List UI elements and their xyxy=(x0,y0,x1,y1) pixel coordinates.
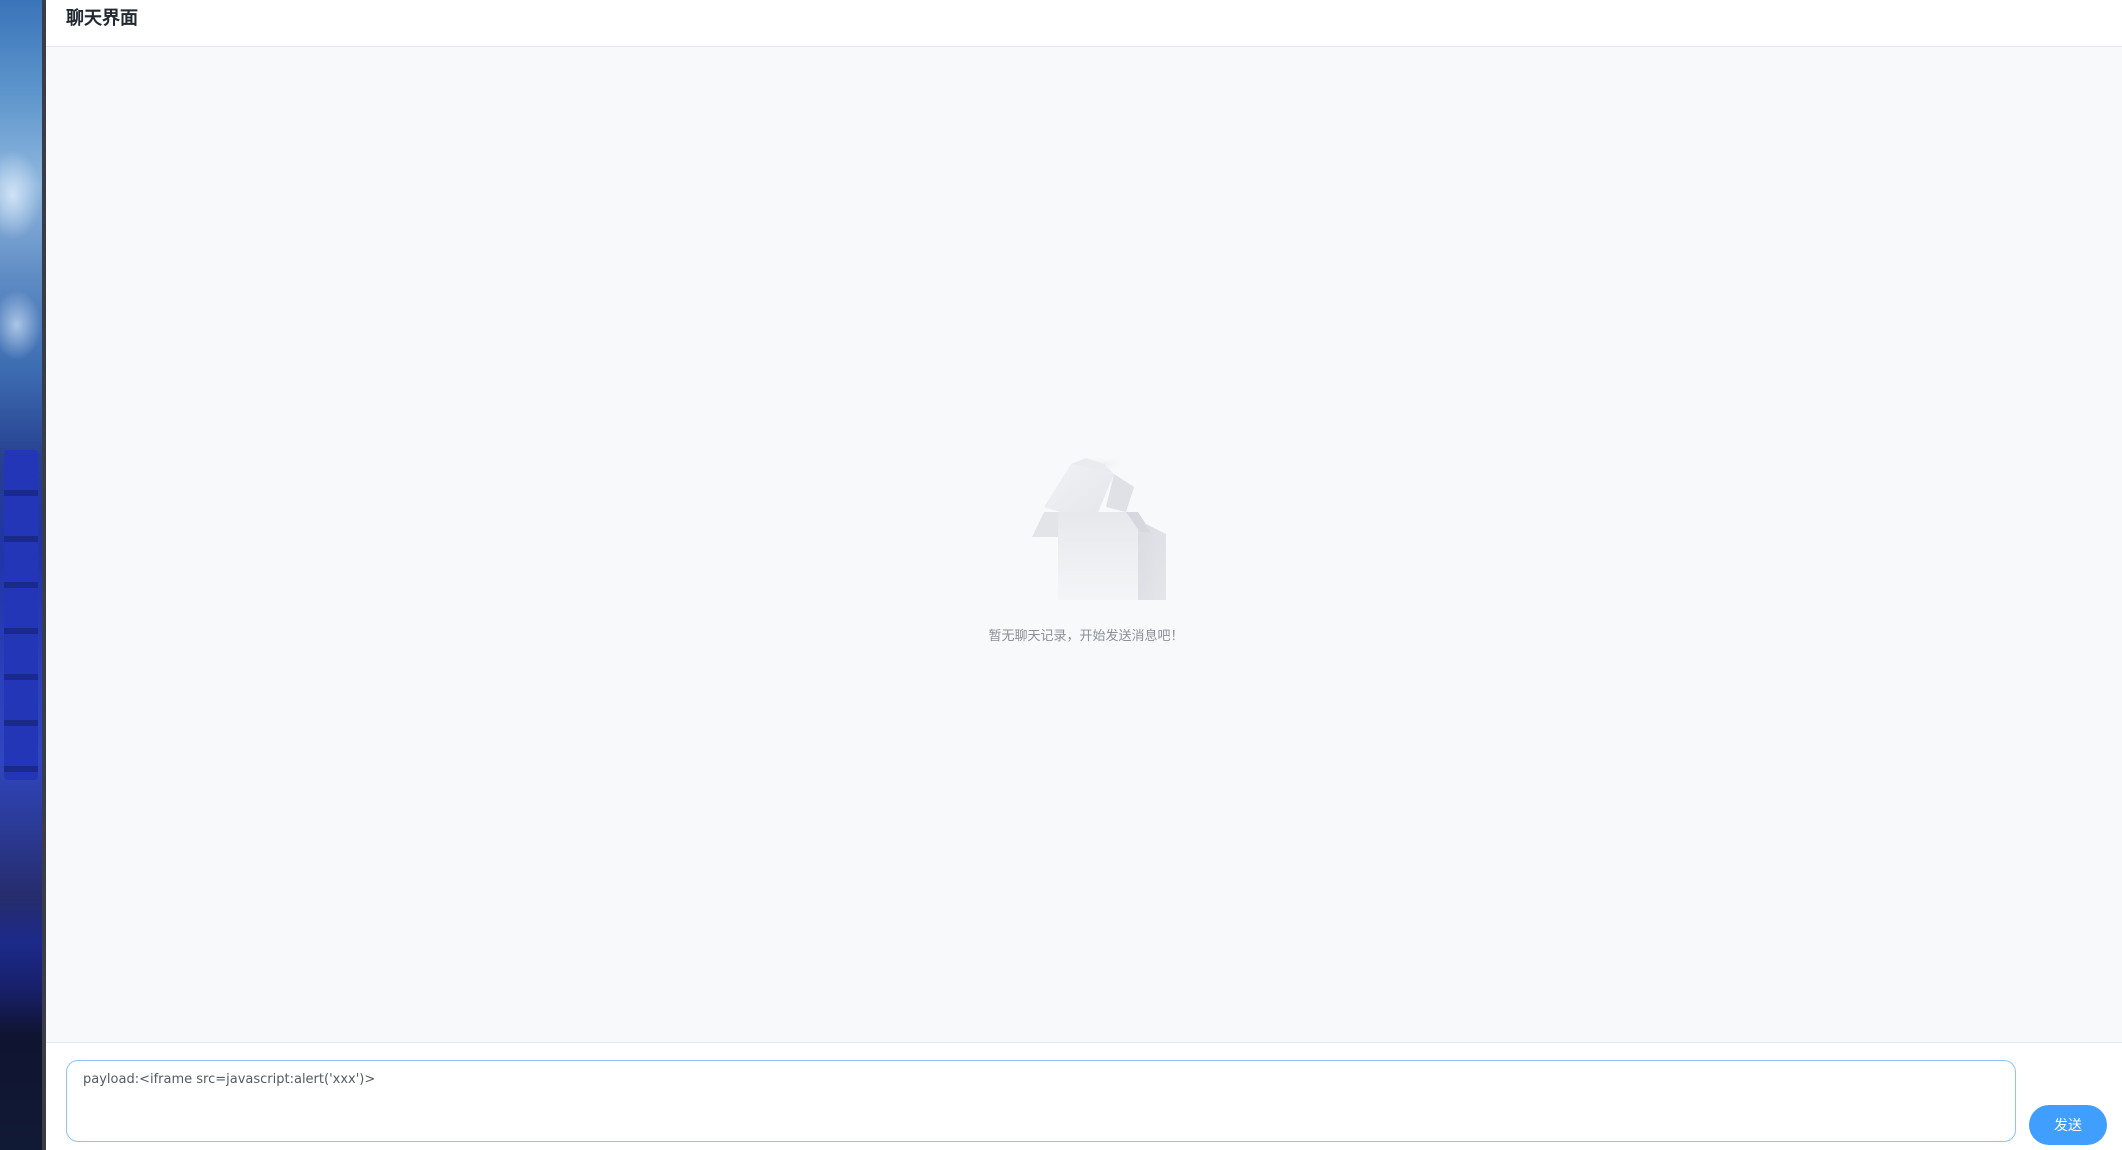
message-list[interactable]: 暂无聊天记录，开始发送消息吧！ xyxy=(46,47,2122,1042)
background-building xyxy=(4,450,38,780)
empty-state-text: 暂无聊天记录，开始发送消息吧！ xyxy=(988,629,1184,644)
send-button[interactable]: 发送 xyxy=(2029,1105,2107,1145)
background-cloud xyxy=(0,290,42,360)
desktop-background xyxy=(0,0,42,1150)
empty-box-icon xyxy=(1032,456,1166,600)
chat-header: 聊天界面 xyxy=(46,0,2122,47)
background-cloud xyxy=(0,150,42,240)
message-input[interactable]: payload:<iframe src=javascript:alert('xx… xyxy=(66,1060,2016,1142)
composer-bar: payload:<iframe src=javascript:alert('xx… xyxy=(46,1042,2122,1150)
empty-state: 暂无聊天记录，开始发送消息吧！ xyxy=(966,452,1206,652)
chat-window: 聊天界面 暂无聊天记录，开始发送消息吧！ payload:<iframe src… xyxy=(46,0,2122,1150)
page-title: 聊天界面 xyxy=(66,8,138,29)
